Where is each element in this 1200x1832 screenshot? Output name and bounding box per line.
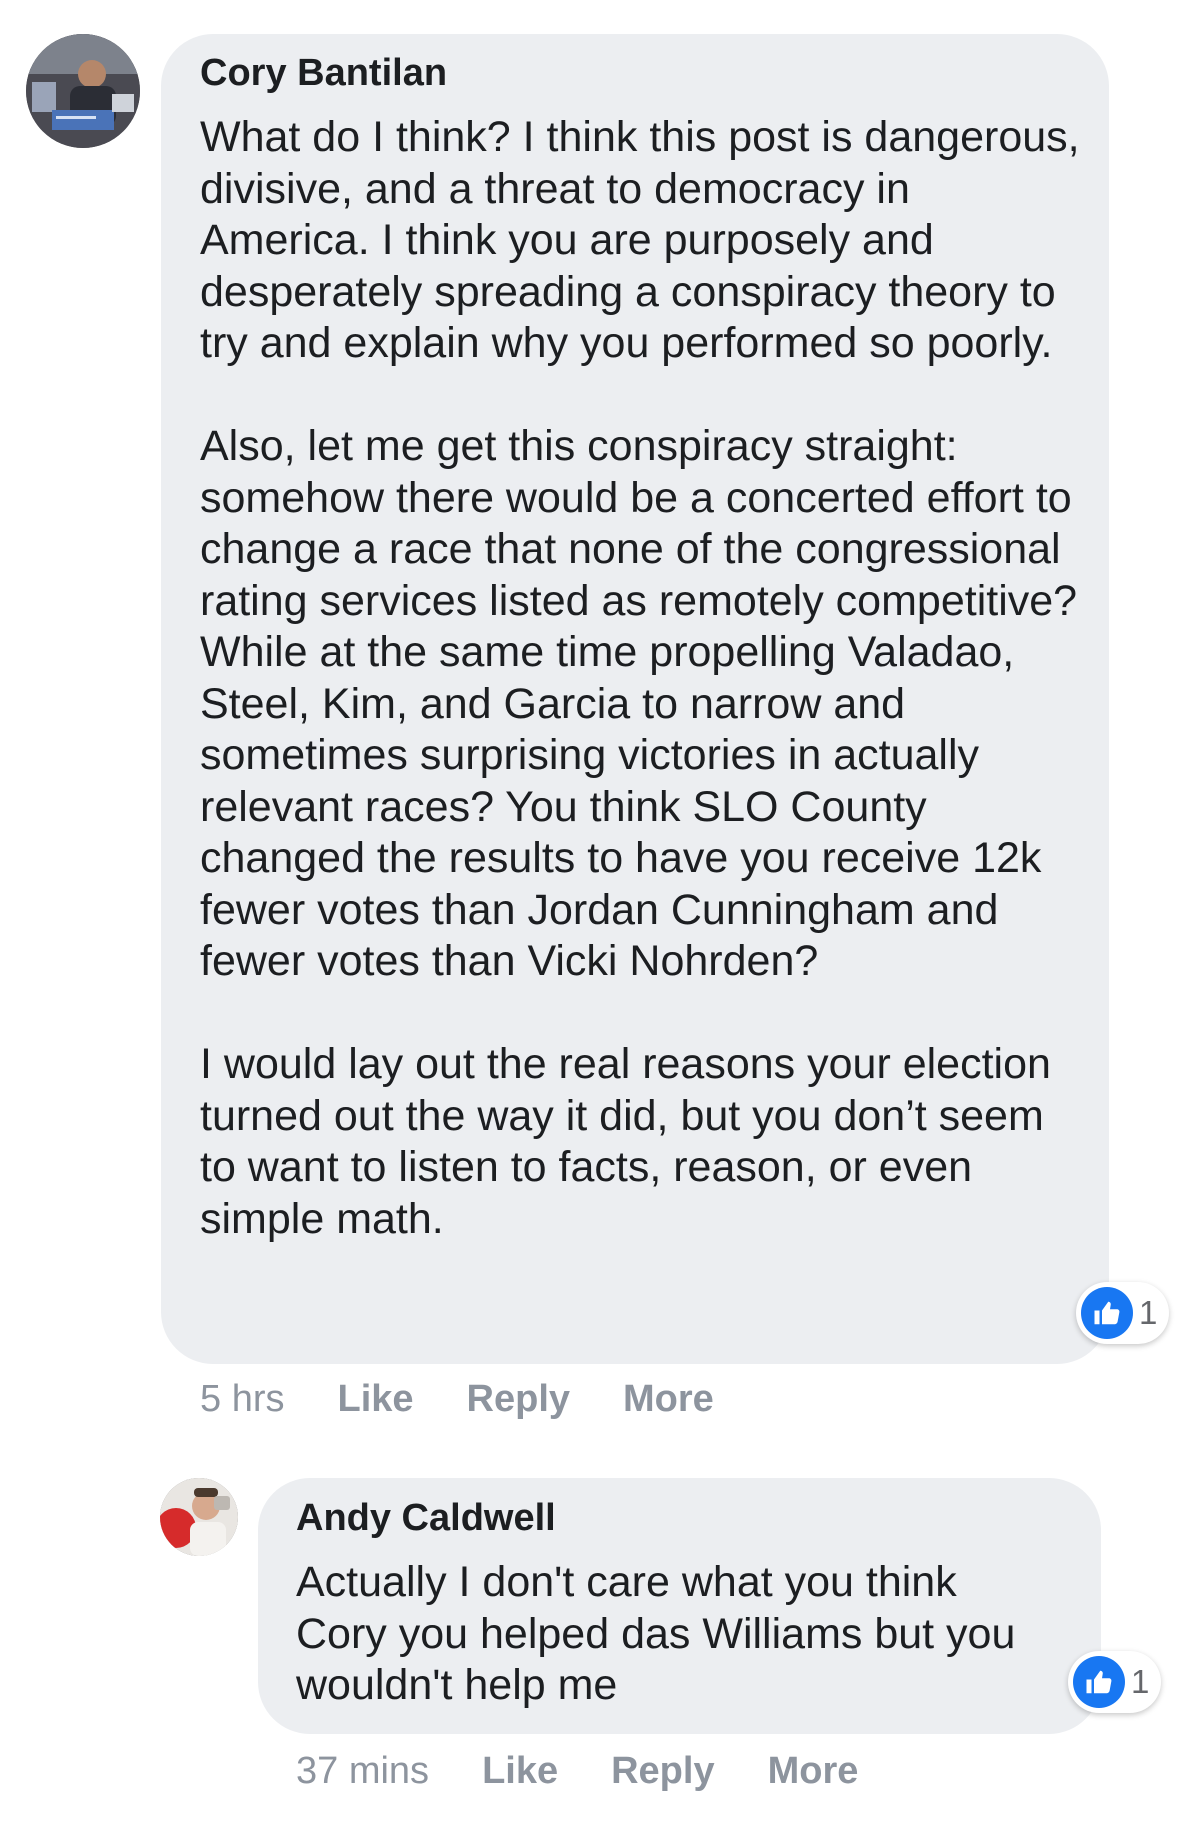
like-button[interactable]: Like: [337, 1378, 413, 1421]
like-button[interactable]: Like: [482, 1750, 558, 1793]
reaction-count-badge[interactable]: 1: [1076, 1282, 1170, 1344]
comment-author-name[interactable]: Cory Bantilan: [200, 52, 447, 95]
commenter-avatar[interactable]: [26, 34, 140, 148]
like-thumb-icon: [1081, 1287, 1133, 1339]
reply-button[interactable]: Reply: [611, 1750, 714, 1793]
profile-photo: [160, 1478, 238, 1556]
reaction-count-badge[interactable]: 1: [1068, 1651, 1162, 1713]
more-button[interactable]: More: [768, 1750, 859, 1793]
reply-paragraph: Actually I don't care what you think Cor…: [296, 1558, 1016, 1709]
comment-paragraph: I would lay out the real reasons your el…: [200, 1040, 1051, 1243]
comment-paragraph: Also, let me get this conspiracy straigh…: [200, 422, 1078, 985]
more-button[interactable]: More: [623, 1378, 714, 1421]
reply-avatar[interactable]: [160, 1478, 238, 1556]
comment-body: What do I think? I think this post is da…: [200, 112, 1080, 1245]
comment-timestamp[interactable]: 5 hrs: [200, 1378, 284, 1421]
reaction-count: 1: [1139, 1294, 1158, 1331]
comment-actions: 5 hrs Like Reply More: [200, 1378, 767, 1421]
profile-photo: [26, 34, 140, 148]
reaction-count: 1: [1131, 1663, 1150, 1700]
reply-button[interactable]: Reply: [467, 1378, 570, 1421]
comment-thread: Cory Bantilan What do I think? I think t…: [0, 0, 1200, 1832]
like-thumb-icon: [1073, 1656, 1125, 1708]
comment-paragraph: What do I think? I think this post is da…: [200, 113, 1080, 367]
reply-actions: 37 mins Like Reply More: [296, 1750, 911, 1793]
reply-timestamp[interactable]: 37 mins: [296, 1750, 429, 1793]
reply-author-name[interactable]: Andy Caldwell: [296, 1497, 556, 1540]
reply-body: Actually I don't care what you think Cor…: [296, 1557, 1056, 1712]
